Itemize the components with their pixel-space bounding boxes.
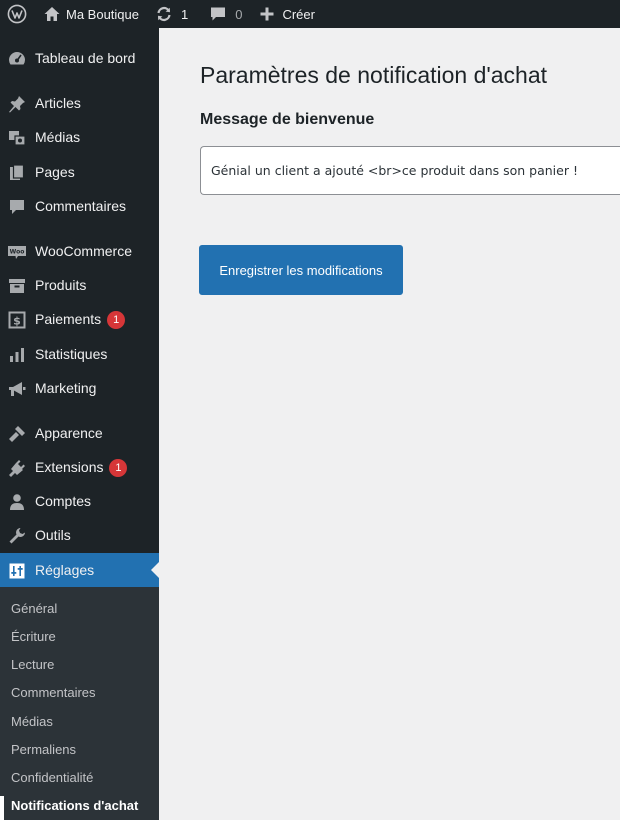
stats-icon xyxy=(7,345,27,365)
submenu-privacy[interactable]: Confidentialité xyxy=(11,770,93,786)
sidebar-item-extensions[interactable]: Extensions 1 xyxy=(0,450,159,484)
sidebar-item-statistics[interactable]: Statistiques xyxy=(0,337,159,371)
products-icon xyxy=(7,276,27,296)
brush-icon xyxy=(7,424,27,444)
payments-icon: $ xyxy=(7,310,27,330)
dashboard-icon xyxy=(7,49,27,69)
submenu-permalinks[interactable]: Permaliens xyxy=(11,742,76,758)
sidebar-item-products[interactable]: Produits xyxy=(0,268,159,302)
sidebar-item-articles[interactable]: Articles xyxy=(0,86,159,120)
comments-menu[interactable]: 0 xyxy=(210,0,242,28)
submenu-purchase-notifications[interactable]: Notifications d'achat xyxy=(11,798,138,814)
admin-sidebar: Tableau de bord Articles Médias Pages Co… xyxy=(0,28,159,820)
plugin-icon xyxy=(7,458,27,478)
welcome-message-label: Message de bienvenue xyxy=(200,111,375,128)
svg-text:$: $ xyxy=(13,315,21,328)
user-icon xyxy=(7,492,27,512)
submenu-media[interactable]: Médias xyxy=(11,714,53,730)
sidebar-item-payments[interactable]: $ Paiements 1 xyxy=(0,302,159,336)
wordpress-logo-icon xyxy=(7,4,26,24)
updates-icon xyxy=(157,6,171,22)
sidebar-item-appearance[interactable]: Apparence xyxy=(0,416,159,450)
save-changes-button[interactable]: Enregistrer les modifications xyxy=(199,245,403,295)
sidebar-item-accounts[interactable]: Comptes xyxy=(0,484,159,518)
sidebar-item-woocommerce[interactable]: Woo WooCommerce xyxy=(0,234,159,268)
current-submenu-indicator xyxy=(0,796,4,820)
sidebar-item-dashboard[interactable]: Tableau de bord xyxy=(0,41,159,75)
comment-bubble-icon xyxy=(211,7,226,21)
updates-menu[interactable]: 1 xyxy=(155,0,188,28)
sidebar-item-comments[interactable]: Commentaires xyxy=(0,189,159,223)
woocommerce-icon: Woo xyxy=(7,242,27,262)
site-name: Ma Boutique xyxy=(66,6,139,22)
megaphone-icon xyxy=(7,379,27,399)
current-menu-arrow xyxy=(151,562,159,578)
pin-icon xyxy=(7,94,27,114)
site-name-menu[interactable]: Ma Boutique xyxy=(43,0,139,28)
new-content-menu[interactable]: Créer xyxy=(260,0,315,28)
sidebar-item-settings[interactable]: Réglages xyxy=(0,553,159,587)
sidebar-item-pages[interactable]: Pages xyxy=(0,155,159,189)
wordpress-logo-menu[interactable] xyxy=(0,0,33,28)
updates-count: 1 xyxy=(181,6,189,22)
extensions-badge: 1 xyxy=(109,459,128,477)
new-content-label: Créer xyxy=(282,6,315,22)
sidebar-item-media[interactable]: Médias xyxy=(0,120,159,154)
submenu-writing[interactable]: Écriture xyxy=(11,629,56,645)
media-icon xyxy=(7,128,27,148)
submenu-general[interactable]: Général xyxy=(11,601,57,617)
sidebar-item-marketing[interactable]: Marketing xyxy=(0,371,159,405)
plus-icon xyxy=(260,7,274,21)
home-icon xyxy=(44,7,60,21)
settings-icon xyxy=(7,561,27,581)
admin-bar: Ma Boutique 1 0 Créer xyxy=(0,0,620,28)
sidebar-item-tools[interactable]: Outils xyxy=(0,518,159,552)
page-title: Paramètres de notification d'achat xyxy=(200,62,548,88)
submenu-reading[interactable]: Lecture xyxy=(11,657,54,673)
comments-icon xyxy=(7,197,27,217)
payments-badge: 1 xyxy=(107,311,126,329)
submenu-discussion[interactable]: Commentaires xyxy=(11,685,96,701)
welcome-message-input[interactable]: Génial un client a ajouté <br>ce produit… xyxy=(200,146,620,195)
wrench-icon xyxy=(7,526,27,546)
comments-count: 0 xyxy=(235,6,243,22)
pages-icon xyxy=(7,163,27,183)
svg-text:Woo: Woo xyxy=(10,249,25,256)
